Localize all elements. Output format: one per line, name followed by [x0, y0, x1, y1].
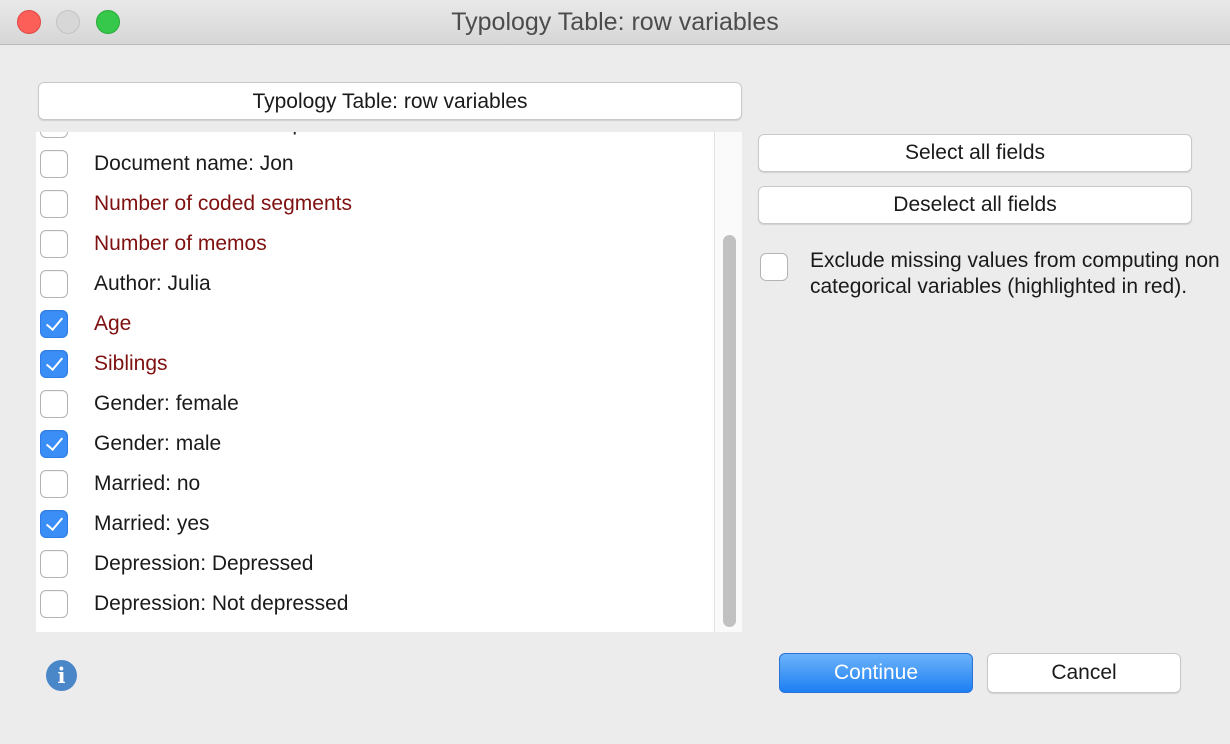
dialog-window: Typology Table: row variables Typology T… — [0, 0, 1230, 744]
list-item[interactable]: Depression: Depressed — [36, 544, 716, 584]
unchecked-checkbox[interactable] — [40, 132, 68, 138]
list-item[interactable]: Author: Julia — [36, 264, 716, 304]
list-item[interactable]: Number of coded segments — [36, 184, 716, 224]
list-item-label: Document name: Jon — [94, 152, 294, 175]
list-scrollbar[interactable] — [714, 132, 742, 632]
list-item[interactable]: Gender: male — [36, 424, 716, 464]
list-item-label: Gender: male — [94, 432, 222, 455]
list-item-label: Depression: Depressed — [94, 552, 314, 575]
list-item-label: Married: no — [94, 472, 201, 495]
checked-checkbox[interactable] — [40, 310, 68, 338]
select-all-button[interactable]: Select all fields — [758, 134, 1192, 172]
list-item-label: Author: Julia — [94, 272, 211, 295]
list-item[interactable]: Married: yes — [36, 504, 716, 544]
list-item-label: Number of memos — [94, 232, 267, 255]
deselect-all-button[interactable]: Deselect all fields — [758, 186, 1192, 224]
unchecked-checkbox[interactable] — [40, 270, 68, 298]
exclude-missing-checkbox[interactable] — [760, 253, 788, 281]
unchecked-checkbox[interactable] — [40, 550, 68, 578]
title-bar[interactable]: Typology Table: row variables — [0, 0, 1230, 45]
list-item-label: Age — [94, 312, 132, 335]
unchecked-checkbox[interactable] — [40, 150, 68, 178]
unchecked-checkbox[interactable] — [40, 390, 68, 418]
checked-checkbox[interactable] — [40, 510, 68, 538]
list-item[interactable]: Age — [36, 304, 716, 344]
list-item-label: Siblings — [94, 352, 168, 375]
list-item[interactable]: Document name: Jon — [36, 144, 716, 184]
list-item-label: Married: yes — [94, 512, 210, 535]
variable-list[interactable]: Document name: Jasper Document name: Jon N… — [36, 132, 742, 632]
list-item[interactable]: Married: no — [36, 464, 716, 504]
list-header[interactable]: Typology Table: row variables — [38, 82, 742, 120]
unchecked-checkbox[interactable] — [40, 470, 68, 498]
list-item[interactable]: Gender: female — [36, 384, 716, 424]
list-item[interactable]: Depression: Not depressed — [36, 584, 716, 624]
list-item-label: Number of coded segments — [94, 192, 352, 215]
list-item[interactable]: Siblings — [36, 344, 716, 384]
unchecked-checkbox[interactable] — [40, 590, 68, 618]
unchecked-checkbox[interactable] — [40, 230, 68, 258]
continue-button[interactable]: Continue — [779, 653, 973, 693]
list-item-label: Depression: Not depressed — [94, 592, 349, 615]
checked-checkbox[interactable] — [40, 430, 68, 458]
cancel-button[interactable]: Cancel — [987, 653, 1181, 693]
list-item[interactable]: Document name: Jasper — [36, 132, 716, 144]
scrollbar-thumb[interactable] — [723, 235, 736, 627]
checked-checkbox[interactable] — [40, 350, 68, 378]
list-item-label: Document name: Jasper — [94, 132, 323, 144]
list-item-label: Gender: female — [94, 392, 239, 415]
unchecked-checkbox[interactable] — [40, 190, 68, 218]
window-title: Typology Table: row variables — [451, 8, 779, 36]
info-icon[interactable]: i — [46, 660, 77, 691]
exclude-missing-label: Exclude missing values from computing no… — [810, 249, 1220, 298]
list-item[interactable]: Number of memos — [36, 224, 716, 264]
